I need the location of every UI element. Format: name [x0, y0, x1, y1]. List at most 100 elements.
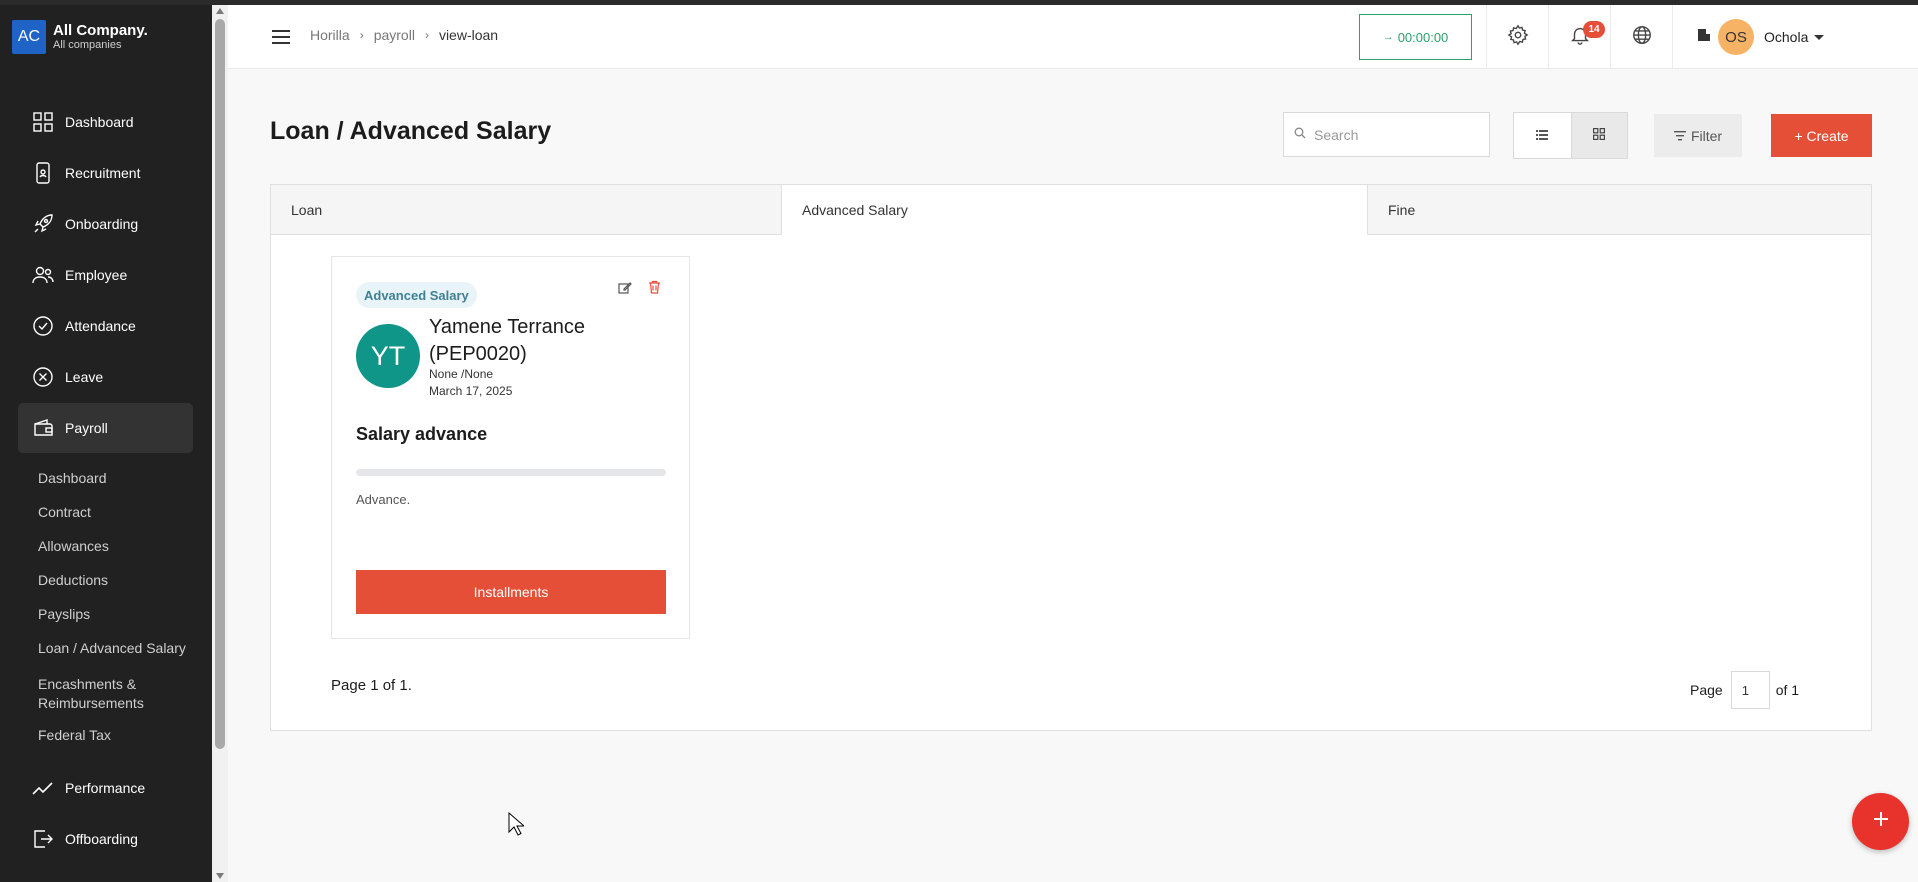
- edit-icon[interactable]: [618, 281, 632, 300]
- user-name: Ochola: [1764, 29, 1809, 45]
- sign-in-icon: →: [1382, 31, 1394, 43]
- notifications-button[interactable]: 14: [1548, 5, 1610, 69]
- tab-loan[interactable]: Loan: [271, 185, 781, 235]
- tab-advanced-salary[interactable]: Advanced Salary: [781, 185, 1368, 235]
- chevron-down-icon: [1814, 34, 1825, 40]
- sidebar-item-performance[interactable]: Performance: [18, 763, 193, 813]
- filter-icon: [1673, 128, 1686, 144]
- notification-badge: 14: [1583, 21, 1605, 38]
- content-panel: Loan Advanced Salary Fine Advanced Salar…: [270, 184, 1872, 731]
- sidebar-item-label: Payroll: [65, 420, 108, 436]
- check-in-timer-button[interactable]: → 00:00:00: [1359, 14, 1472, 60]
- sidebar-item-payroll[interactable]: Payroll: [18, 403, 193, 453]
- sidebar-item-offboarding[interactable]: Offboarding: [18, 814, 193, 864]
- chevron-right-icon: ›: [359, 28, 364, 42]
- trend-icon: [32, 777, 54, 799]
- search-box[interactable]: [1283, 112, 1490, 157]
- sidebar-item-label: Recruitment: [65, 165, 141, 181]
- employee-avatar: YT: [356, 324, 420, 388]
- sidebar-item-label: Employee: [65, 267, 128, 283]
- sidebar-subitem-dashboard[interactable]: Dashboard: [38, 470, 107, 486]
- sidebar-subitem-allowances[interactable]: Allowances: [38, 538, 109, 554]
- breadcrumb-item-horilla[interactable]: Horilla: [310, 27, 350, 43]
- page-total: of 1: [1775, 682, 1800, 698]
- view-toggle: [1513, 112, 1628, 159]
- company-name: All Company.: [53, 22, 148, 39]
- employee-department: None /None: [429, 367, 494, 381]
- menu-icon[interactable]: [272, 30, 290, 44]
- type-badge: Advanced Salary: [356, 282, 477, 308]
- sidebar-subitem-deductions[interactable]: Deductions: [38, 572, 108, 588]
- building-icon: [1697, 28, 1711, 47]
- sidebar: AC All Company. All companies Dashboard …: [0, 5, 212, 882]
- sidebar-item-leave[interactable]: Leave: [18, 352, 193, 402]
- users-icon: [32, 264, 54, 286]
- user-menu[interactable]: OS Ochola: [1718, 19, 1825, 55]
- sidebar-item-label: Leave: [65, 369, 104, 385]
- loan-card: Advanced Salary YT Yamene Terrance (PEP0…: [331, 256, 690, 639]
- tab-fine[interactable]: Fine: [1368, 185, 1871, 235]
- breadcrumb-item-payroll[interactable]: payroll: [374, 27, 415, 43]
- repayment-progress-bar: [356, 469, 666, 476]
- company-logo: AC: [12, 20, 46, 54]
- breadcrumb: Horilla › payroll › view-loan: [310, 27, 498, 43]
- sidebar-scrollbar[interactable]: [212, 5, 228, 882]
- sidebar-subitem-contract[interactable]: Contract: [38, 504, 91, 520]
- filter-button[interactable]: Filter: [1654, 114, 1742, 157]
- page-label: Page: [1690, 682, 1723, 698]
- rocket-icon: [32, 213, 54, 235]
- wallet-icon: [32, 417, 54, 439]
- list-view-button[interactable]: [1514, 113, 1571, 158]
- page-info: Page 1 of 1.: [331, 677, 412, 694]
- timer-value: 00:00:00: [1397, 29, 1449, 45]
- company-switcher[interactable]: AC All Company. All companies: [12, 20, 148, 54]
- create-button[interactable]: + Create: [1771, 114, 1872, 157]
- gear-icon: [1507, 24, 1529, 51]
- card-view-button[interactable]: [1570, 113, 1627, 158]
- exit-icon: [32, 828, 54, 850]
- grid-icon: [1593, 127, 1606, 145]
- sidebar-item-employee[interactable]: Employee: [18, 250, 193, 300]
- scrollbar-thumb[interactable]: [215, 19, 225, 749]
- pagination: Page of 1: [1690, 671, 1799, 709]
- scroll-up-icon[interactable]: [216, 8, 224, 14]
- scroll-down-icon[interactable]: [216, 873, 224, 879]
- globe-icon: [1631, 24, 1653, 51]
- page-title: Loan / Advanced Salary: [270, 117, 552, 145]
- sidebar-item-recruitment[interactable]: Recruitment: [18, 148, 193, 198]
- tab-bar: Loan Advanced Salary Fine: [271, 185, 1871, 235]
- mouse-cursor-icon: [508, 811, 526, 841]
- sidebar-subitem-loan-advanced-salary[interactable]: Loan / Advanced Salary: [38, 640, 186, 656]
- breadcrumb-item-current: view-loan: [438, 27, 499, 43]
- employee-name: Yamene Terrance (PEP0020): [429, 316, 586, 365]
- sidebar-subitem-federal-tax[interactable]: Federal Tax: [38, 727, 111, 743]
- sidebar-subitem-encashments[interactable]: Encashments & Reimbursements: [38, 675, 208, 713]
- avatar: OS: [1718, 19, 1754, 55]
- x-circle-icon: [32, 366, 54, 388]
- sidebar-item-label: Offboarding: [65, 831, 138, 847]
- loan-description: Advance.: [356, 492, 411, 507]
- page-number-input[interactable]: [1730, 671, 1770, 709]
- trash-icon[interactable]: [648, 280, 661, 299]
- floating-add-button[interactable]: [1852, 793, 1909, 850]
- installments-button[interactable]: Installments: [356, 570, 666, 614]
- check-circle-icon: [32, 315, 54, 337]
- chevron-right-icon: ›: [424, 28, 429, 42]
- filter-label: Filter: [1690, 127, 1723, 144]
- search-input[interactable]: [1314, 126, 1484, 143]
- top-header: Horilla › payroll › view-loan → 00:00:00…: [228, 5, 1918, 69]
- sidebar-subitem-payslips[interactable]: Payslips: [38, 606, 90, 622]
- grid-icon: [32, 111, 54, 133]
- settings-button[interactable]: [1486, 5, 1548, 69]
- company-subtitle: All companies: [53, 39, 122, 51]
- loan-title: Salary advance: [356, 424, 488, 444]
- sidebar-item-label: Dashboard: [65, 114, 134, 130]
- sidebar-item-label: Attendance: [65, 318, 136, 334]
- sidebar-item-attendance[interactable]: Attendance: [18, 301, 193, 351]
- sidebar-item-dashboard[interactable]: Dashboard: [18, 97, 193, 147]
- list-icon: [1536, 127, 1549, 145]
- loan-date: March 17, 2025: [429, 384, 513, 398]
- language-button[interactable]: [1610, 5, 1672, 69]
- sidebar-item-label: Performance: [65, 780, 146, 796]
- sidebar-item-onboarding[interactable]: Onboarding: [18, 199, 193, 249]
